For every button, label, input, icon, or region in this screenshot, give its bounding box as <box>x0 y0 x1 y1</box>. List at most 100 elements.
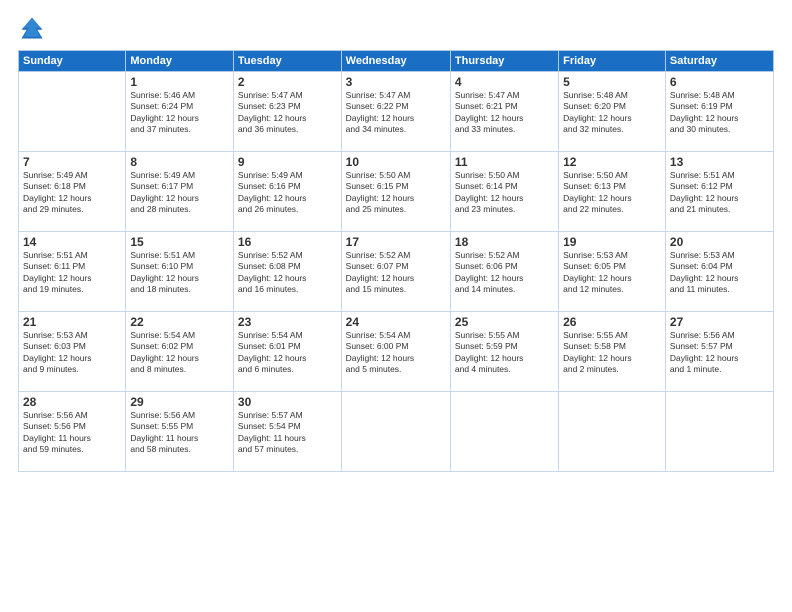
day-number: 24 <box>346 315 446 329</box>
calendar-cell: 18Sunrise: 5:52 AM Sunset: 6:06 PM Dayli… <box>450 232 558 312</box>
weekday-header-sunday: Sunday <box>19 51 126 72</box>
day-number: 25 <box>455 315 554 329</box>
weekday-header-tuesday: Tuesday <box>233 51 341 72</box>
day-info: Sunrise: 5:51 AM Sunset: 6:11 PM Dayligh… <box>23 250 92 294</box>
day-info: Sunrise: 5:47 AM Sunset: 6:21 PM Dayligh… <box>455 90 524 134</box>
calendar-cell: 5Sunrise: 5:48 AM Sunset: 6:20 PM Daylig… <box>559 72 666 152</box>
day-info: Sunrise: 5:56 AM Sunset: 5:57 PM Dayligh… <box>670 330 739 374</box>
calendar-cell: 15Sunrise: 5:51 AM Sunset: 6:10 PM Dayli… <box>126 232 234 312</box>
day-number: 30 <box>238 395 337 409</box>
calendar-cell: 2Sunrise: 5:47 AM Sunset: 6:23 PM Daylig… <box>233 72 341 152</box>
day-number: 18 <box>455 235 554 249</box>
day-number: 28 <box>23 395 121 409</box>
day-number: 9 <box>238 155 337 169</box>
calendar-cell <box>450 392 558 472</box>
day-info: Sunrise: 5:50 AM Sunset: 6:15 PM Dayligh… <box>346 170 415 214</box>
day-info: Sunrise: 5:53 AM Sunset: 6:04 PM Dayligh… <box>670 250 739 294</box>
calendar-week-row: 21Sunrise: 5:53 AM Sunset: 6:03 PM Dayli… <box>19 312 774 392</box>
calendar-cell: 1Sunrise: 5:46 AM Sunset: 6:24 PM Daylig… <box>126 72 234 152</box>
day-number: 19 <box>563 235 661 249</box>
day-number: 6 <box>670 75 769 89</box>
calendar-cell: 3Sunrise: 5:47 AM Sunset: 6:22 PM Daylig… <box>341 72 450 152</box>
calendar-cell: 6Sunrise: 5:48 AM Sunset: 6:19 PM Daylig… <box>665 72 773 152</box>
day-number: 16 <box>238 235 337 249</box>
calendar-cell: 13Sunrise: 5:51 AM Sunset: 6:12 PM Dayli… <box>665 152 773 232</box>
calendar-cell: 26Sunrise: 5:55 AM Sunset: 5:58 PM Dayli… <box>559 312 666 392</box>
day-number: 12 <box>563 155 661 169</box>
day-number: 5 <box>563 75 661 89</box>
day-info: Sunrise: 5:47 AM Sunset: 6:22 PM Dayligh… <box>346 90 415 134</box>
calendar-cell: 28Sunrise: 5:56 AM Sunset: 5:56 PM Dayli… <box>19 392 126 472</box>
calendar-week-row: 28Sunrise: 5:56 AM Sunset: 5:56 PM Dayli… <box>19 392 774 472</box>
day-number: 2 <box>238 75 337 89</box>
weekday-header-monday: Monday <box>126 51 234 72</box>
day-info: Sunrise: 5:53 AM Sunset: 6:05 PM Dayligh… <box>563 250 632 294</box>
calendar-cell: 4Sunrise: 5:47 AM Sunset: 6:21 PM Daylig… <box>450 72 558 152</box>
day-info: Sunrise: 5:52 AM Sunset: 6:06 PM Dayligh… <box>455 250 524 294</box>
calendar-cell: 30Sunrise: 5:57 AM Sunset: 5:54 PM Dayli… <box>233 392 341 472</box>
day-number: 21 <box>23 315 121 329</box>
day-number: 26 <box>563 315 661 329</box>
day-number: 10 <box>346 155 446 169</box>
weekday-header-row: SundayMondayTuesdayWednesdayThursdayFrid… <box>19 51 774 72</box>
calendar-cell: 27Sunrise: 5:56 AM Sunset: 5:57 PM Dayli… <box>665 312 773 392</box>
day-number: 27 <box>670 315 769 329</box>
day-info: Sunrise: 5:51 AM Sunset: 6:12 PM Dayligh… <box>670 170 739 214</box>
calendar-table: SundayMondayTuesdayWednesdayThursdayFrid… <box>18 50 774 472</box>
calendar-cell <box>19 72 126 152</box>
day-number: 14 <box>23 235 121 249</box>
day-info: Sunrise: 5:54 AM Sunset: 6:02 PM Dayligh… <box>130 330 199 374</box>
calendar-cell: 10Sunrise: 5:50 AM Sunset: 6:15 PM Dayli… <box>341 152 450 232</box>
day-info: Sunrise: 5:52 AM Sunset: 6:08 PM Dayligh… <box>238 250 307 294</box>
calendar-cell: 9Sunrise: 5:49 AM Sunset: 6:16 PM Daylig… <box>233 152 341 232</box>
page: SundayMondayTuesdayWednesdayThursdayFrid… <box>0 0 792 612</box>
day-info: Sunrise: 5:57 AM Sunset: 5:54 PM Dayligh… <box>238 410 306 454</box>
day-info: Sunrise: 5:54 AM Sunset: 6:01 PM Dayligh… <box>238 330 307 374</box>
calendar-cell <box>341 392 450 472</box>
calendar-cell <box>665 392 773 472</box>
logo-icon <box>18 14 46 42</box>
calendar-cell: 23Sunrise: 5:54 AM Sunset: 6:01 PM Dayli… <box>233 312 341 392</box>
calendar-cell <box>559 392 666 472</box>
day-number: 23 <box>238 315 337 329</box>
logo <box>18 14 50 42</box>
day-info: Sunrise: 5:55 AM Sunset: 5:58 PM Dayligh… <box>563 330 632 374</box>
weekday-header-wednesday: Wednesday <box>341 51 450 72</box>
calendar-cell: 12Sunrise: 5:50 AM Sunset: 6:13 PM Dayli… <box>559 152 666 232</box>
day-number: 8 <box>130 155 229 169</box>
day-info: Sunrise: 5:50 AM Sunset: 6:14 PM Dayligh… <box>455 170 524 214</box>
day-info: Sunrise: 5:55 AM Sunset: 5:59 PM Dayligh… <box>455 330 524 374</box>
day-number: 22 <box>130 315 229 329</box>
day-number: 17 <box>346 235 446 249</box>
calendar-cell: 25Sunrise: 5:55 AM Sunset: 5:59 PM Dayli… <box>450 312 558 392</box>
day-number: 11 <box>455 155 554 169</box>
day-info: Sunrise: 5:48 AM Sunset: 6:19 PM Dayligh… <box>670 90 739 134</box>
header <box>18 14 774 42</box>
day-info: Sunrise: 5:50 AM Sunset: 6:13 PM Dayligh… <box>563 170 632 214</box>
calendar-cell: 11Sunrise: 5:50 AM Sunset: 6:14 PM Dayli… <box>450 152 558 232</box>
weekday-header-friday: Friday <box>559 51 666 72</box>
day-info: Sunrise: 5:49 AM Sunset: 6:17 PM Dayligh… <box>130 170 199 214</box>
day-info: Sunrise: 5:49 AM Sunset: 6:16 PM Dayligh… <box>238 170 307 214</box>
calendar-week-row: 7Sunrise: 5:49 AM Sunset: 6:18 PM Daylig… <box>19 152 774 232</box>
day-number: 7 <box>23 155 121 169</box>
day-info: Sunrise: 5:48 AM Sunset: 6:20 PM Dayligh… <box>563 90 632 134</box>
calendar-cell: 21Sunrise: 5:53 AM Sunset: 6:03 PM Dayli… <box>19 312 126 392</box>
day-number: 15 <box>130 235 229 249</box>
day-number: 13 <box>670 155 769 169</box>
day-info: Sunrise: 5:49 AM Sunset: 6:18 PM Dayligh… <box>23 170 92 214</box>
day-number: 20 <box>670 235 769 249</box>
day-info: Sunrise: 5:51 AM Sunset: 6:10 PM Dayligh… <box>130 250 199 294</box>
calendar-cell: 8Sunrise: 5:49 AM Sunset: 6:17 PM Daylig… <box>126 152 234 232</box>
weekday-header-thursday: Thursday <box>450 51 558 72</box>
day-number: 29 <box>130 395 229 409</box>
day-number: 1 <box>130 75 229 89</box>
day-info: Sunrise: 5:52 AM Sunset: 6:07 PM Dayligh… <box>346 250 415 294</box>
day-info: Sunrise: 5:54 AM Sunset: 6:00 PM Dayligh… <box>346 330 415 374</box>
calendar-cell: 16Sunrise: 5:52 AM Sunset: 6:08 PM Dayli… <box>233 232 341 312</box>
calendar-cell: 29Sunrise: 5:56 AM Sunset: 5:55 PM Dayli… <box>126 392 234 472</box>
day-number: 4 <box>455 75 554 89</box>
calendar-week-row: 1Sunrise: 5:46 AM Sunset: 6:24 PM Daylig… <box>19 72 774 152</box>
calendar-week-row: 14Sunrise: 5:51 AM Sunset: 6:11 PM Dayli… <box>19 232 774 312</box>
calendar-cell: 20Sunrise: 5:53 AM Sunset: 6:04 PM Dayli… <box>665 232 773 312</box>
